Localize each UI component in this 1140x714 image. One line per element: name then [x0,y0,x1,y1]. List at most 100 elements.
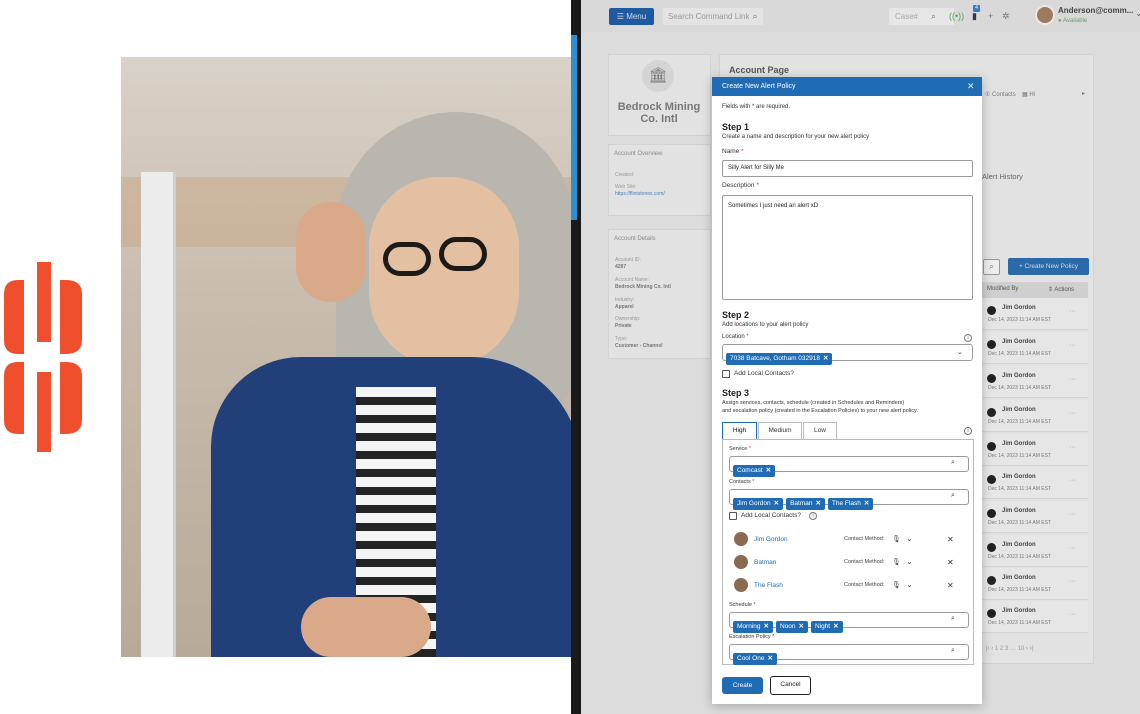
microphone-icon[interactable]: 🎙 [892,558,901,566]
info-icon[interactable]: i [964,334,972,342]
table-row[interactable]: Jim Gordon Dec 14, 2023 11:14 AM EST ··· [982,366,1088,398]
more-actions-icon[interactable]: ··· [1069,342,1076,349]
schedule-input[interactable]: Morning ✕ Noon ✕ Night ✕ [729,612,969,633]
microphone-icon[interactable]: 🎙 [892,535,901,543]
schedule-chip: Noon ✕ [775,621,808,633]
table-row[interactable]: Jim Gordon Dec 14, 2023 11:14 AM EST ··· [982,501,1088,533]
chevron-down-icon[interactable]: ⌄ [957,348,963,356]
add-local-contacts-label-2: Add Local Contacts? [741,512,801,519]
remove-chip-icon[interactable]: ✕ [763,623,768,630]
microphone-icon[interactable]: 🎙 [892,581,901,589]
escalation-input[interactable]: Cool One ✕ [729,644,969,665]
user-avatar[interactable] [1035,5,1055,25]
table-row[interactable]: Jim Gordon Dec 14, 2023 11:14 AM EST ··· [982,467,1088,499]
contact-name-link[interactable]: Batman [754,559,776,566]
close-icon[interactable]: ✕ [947,558,954,567]
service-input[interactable]: Comcast ✕ [729,456,969,477]
more-actions-icon[interactable]: ··· [1069,545,1076,552]
close-icon[interactable]: ✕ [967,77,975,96]
remove-chip-icon[interactable]: ✕ [774,500,779,507]
more-actions-icon[interactable]: ··· [1069,308,1076,315]
schedule-chip: Night ✕ [810,621,843,633]
remove-chip-icon[interactable]: ✕ [815,500,820,507]
row-date: Dec 14, 2023 11:14 AM EST [988,351,1052,357]
search-icon[interactable]: ⌕ [951,647,955,655]
bank-icon: 🏛 [642,60,674,92]
more-actions-icon[interactable]: ··· [1069,410,1076,417]
pagination[interactable]: |‹ ‹ 1 2 3 … 10 › ›| [986,646,1033,652]
user-icon [987,408,996,417]
more-actions-icon[interactable]: ··· [1069,444,1076,451]
id-label: Account ID: [615,257,641,263]
add-local-contacts-checkbox[interactable] [722,370,730,378]
table-row[interactable]: Jim Gordon Dec 14, 2023 11:14 AM EST ··· [982,400,1088,432]
more-actions-icon[interactable]: ··· [1069,376,1076,383]
contacts-input[interactable]: Jim Gordon ✕ Batman ✕ The Flash ✕ [729,489,969,510]
acct-name-label: Account Name: [615,277,650,283]
tab-medium[interactable]: Medium [758,422,802,440]
contact-name-link[interactable]: Jim Gordon [754,536,788,543]
remove-chip-icon[interactable]: ✕ [823,355,828,362]
create-button[interactable]: Create [722,677,763,694]
type-value: Customer - Channel [615,343,663,349]
chevron-down-icon[interactable]: ⌄ [906,580,913,589]
tab-overflow-icon[interactable]: ▸ [1082,90,1085,97]
name-input[interactable]: Silly Alert for Silly Me [722,160,973,177]
close-icon[interactable]: ✕ [947,581,954,590]
user-name[interactable]: Anderson@comm... [1058,6,1133,15]
info-icon[interactable]: i [809,512,817,520]
gear-icon[interactable]: ✲ [1002,8,1010,25]
search-icon[interactable]: ⌕ [931,8,936,25]
table-row[interactable]: Jim Gordon Dec 14, 2023 11:14 AM EST ··· [982,568,1088,600]
more-actions-icon[interactable]: ··· [1069,511,1076,518]
add-icon[interactable]: + [988,8,993,25]
table-row[interactable]: Jim Gordon Dec 14, 2023 11:14 AM EST ··· [982,535,1088,567]
chevron-down-icon[interactable]: ⌄ [906,534,913,543]
user-icon [987,509,996,518]
more-actions-icon[interactable]: ··· [1069,611,1076,618]
table-row[interactable]: Jim Gordon Dec 14, 2023 11:14 AM EST ··· [982,298,1088,330]
alert-history-tab[interactable]: Alert History [982,172,1023,181]
broadcast-icon[interactable]: ((•)) [949,8,964,25]
info-icon[interactable]: i [964,427,972,435]
more-actions-icon[interactable]: ··· [1069,578,1076,585]
tab-high[interactable]: High [722,422,757,440]
remove-chip-icon[interactable]: ✕ [864,500,869,507]
contact-name-link[interactable]: The Flash [754,582,783,589]
website-link[interactable]: https://flintstones.com/ [615,191,665,197]
location-select[interactable]: 7038 Batcave, Gotham 032918 ✕ [722,344,973,365]
tab-contacts[interactable]: ① Contacts [985,91,1016,98]
user-icon [987,576,996,585]
table-row[interactable]: Jim Gordon Dec 14, 2023 11:14 AM EST ··· [982,434,1088,466]
create-new-policy-button[interactable]: + Create New Policy [1008,258,1089,275]
remove-chip-icon[interactable]: ✕ [766,467,771,474]
search-icon[interactable]: ⌕ [747,8,763,25]
col-modified-by[interactable]: Modified By [987,286,1018,292]
search-icon[interactable]: ⌕ [951,615,955,623]
search-icon[interactable]: ⌕ [951,492,955,500]
search-icon[interactable]: ⌕ [983,259,1000,275]
remove-chip-icon[interactable]: ✕ [833,623,838,630]
close-icon[interactable]: ✕ [947,535,954,544]
more-actions-icon[interactable]: ··· [1069,477,1076,484]
case-search-input[interactable]: Case# [889,8,954,25]
cancel-button[interactable]: Cancel [770,676,811,695]
table-row[interactable]: Jim Gordon Dec 14, 2023 11:14 AM EST ··· [982,332,1088,364]
table-row[interactable]: Jim Gordon Dec 14, 2023 11:14 AM EST ··· [982,601,1088,633]
tab-hi[interactable]: ▦ Hi [1022,91,1035,98]
chevron-down-icon[interactable]: ⌄ [906,557,913,566]
add-local-contacts-checkbox[interactable] [729,512,737,520]
chevron-down-icon[interactable]: ⌄ [1135,8,1140,19]
col-actions[interactable]: ⇕ Actions [1048,286,1074,293]
hands-desk [301,597,431,657]
search-icon[interactable]: ⌕ [951,459,955,467]
menu-button[interactable]: ☰ Menu [609,8,654,25]
step1-heading: Step 1 [722,122,750,132]
remove-chip-icon[interactable]: ✕ [798,623,803,630]
remove-chip-icon[interactable]: ✕ [767,655,772,662]
sidebar-nav-strip[interactable] [571,35,577,220]
tab-low[interactable]: Low [803,422,837,440]
user-status: ● Available [1058,18,1088,24]
description-textarea[interactable]: Sometimes I just need an alert xD [722,195,973,300]
row-date: Dec 14, 2023 11:14 AM EST [988,453,1052,459]
